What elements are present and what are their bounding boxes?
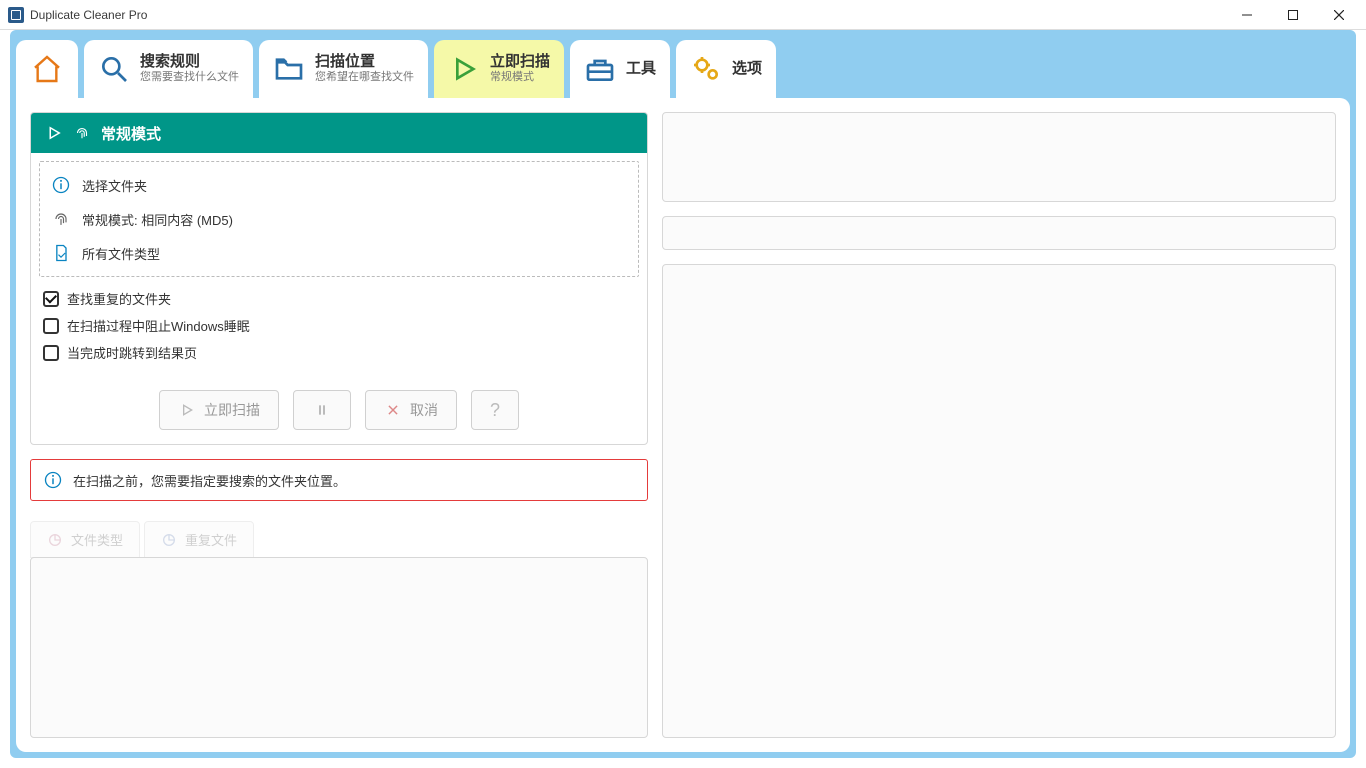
fingerprint-icon <box>73 124 91 142</box>
tab-label: 重复文件 <box>185 530 237 549</box>
check-prevent-windows-sleep[interactable]: 在扫描过程中阻止Windows睡眠 <box>39 312 639 339</box>
checkbox-icon <box>43 291 59 307</box>
info-icon <box>43 470 63 490</box>
play-icon <box>45 124 63 142</box>
tab-label: 立即扫描 常规模式 <box>490 54 550 84</box>
pause-button[interactable] <box>293 390 351 430</box>
fingerprint-icon <box>50 208 72 230</box>
tab-options[interactable]: 选项 <box>676 40 776 98</box>
piechart-icon <box>161 532 177 548</box>
summary-text: 常规模式: 相同内容 (MD5) <box>82 210 233 229</box>
tab-search-rules[interactable]: 搜索规则 您需要查找什么文件 <box>84 40 253 98</box>
mode-header: 常规模式 <box>31 113 647 153</box>
tab-file-types[interactable]: 文件类型 <box>30 521 140 558</box>
help-button[interactable]: ? <box>471 390 519 430</box>
check-find-duplicate-folders[interactable]: 查找重复的文件夹 <box>39 285 639 312</box>
right-panel-2 <box>662 216 1336 250</box>
action-buttons: 立即扫描 取消 ? <box>39 390 639 430</box>
cancel-button[interactable]: 取消 <box>365 390 457 430</box>
pause-icon <box>313 401 331 419</box>
tab-label: 工具 <box>626 61 656 78</box>
summary-mode: 常规模式: 相同内容 (MD5) <box>46 202 632 236</box>
tab-scan-location[interactable]: 扫描位置 您希望在哪查找文件 <box>259 40 428 98</box>
tab-title: 工具 <box>626 61 656 78</box>
right-column <box>662 112 1336 738</box>
tab-title: 立即扫描 <box>490 54 550 71</box>
left-column: 常规模式 选择文件夹 常规模式: 相同内容 (MD5) <box>30 112 648 738</box>
folder-icon <box>273 53 305 85</box>
mode-header-label: 常规模式 <box>101 123 161 144</box>
button-label: 取消 <box>410 400 438 420</box>
info-icon <box>50 174 72 196</box>
right-panel-3 <box>662 264 1336 738</box>
alert-specify-folder: 在扫描之前，您需要指定要搜索的文件夹位置。 <box>30 459 648 501</box>
right-panel-1 <box>662 112 1336 202</box>
tab-subtitle: 常规模式 <box>490 71 550 84</box>
app-frame: 搜索规则 您需要查找什么文件 扫描位置 您希望在哪查找文件 立即扫描 常规模式 <box>10 30 1356 758</box>
content-area: 常规模式 选择文件夹 常规模式: 相同内容 (MD5) <box>16 98 1350 752</box>
minimize-button[interactable] <box>1224 0 1270 30</box>
tab-tools[interactable]: 工具 <box>570 40 670 98</box>
mode-summary-box: 选择文件夹 常规模式: 相同内容 (MD5) 所有文件类型 <box>39 161 639 277</box>
check-jump-to-results[interactable]: 当完成时跳转到结果页 <box>39 339 639 366</box>
tab-label: 文件类型 <box>71 530 123 549</box>
tab-title: 搜索规则 <box>140 54 239 71</box>
toolbox-icon <box>584 53 616 85</box>
tab-subtitle: 您希望在哪查找文件 <box>315 71 414 84</box>
result-tabs: 文件类型 重复文件 <box>30 521 648 558</box>
gears-icon <box>690 53 722 85</box>
close-icon <box>384 401 402 419</box>
tab-duplicate-files[interactable]: 重复文件 <box>144 521 254 558</box>
button-label: 立即扫描 <box>204 400 260 420</box>
check-label: 当完成时跳转到结果页 <box>67 343 197 362</box>
close-button[interactable] <box>1316 0 1362 30</box>
file-filter-icon <box>50 242 72 264</box>
play-icon <box>178 401 196 419</box>
tab-label: 选项 <box>732 61 762 78</box>
search-icon <box>98 53 130 85</box>
tab-label: 搜索规则 您需要查找什么文件 <box>140 54 239 84</box>
checkbox-icon <box>43 345 59 361</box>
result-canvas <box>30 557 648 738</box>
tab-title: 选项 <box>732 61 762 78</box>
titlebar: Duplicate Cleaner Pro <box>0 0 1366 30</box>
summary-text: 所有文件类型 <box>82 244 160 263</box>
alert-text: 在扫描之前，您需要指定要搜索的文件夹位置。 <box>73 471 346 490</box>
check-label: 查找重复的文件夹 <box>67 289 171 308</box>
tab-label: 扫描位置 您希望在哪查找文件 <box>315 54 414 84</box>
maximize-button[interactable] <box>1270 0 1316 30</box>
app-title: Duplicate Cleaner Pro <box>30 8 147 22</box>
tab-title: 扫描位置 <box>315 54 414 71</box>
scan-now-button[interactable]: 立即扫描 <box>159 390 279 430</box>
checkbox-icon <box>43 318 59 334</box>
summary-text: 选择文件夹 <box>82 176 147 195</box>
tabstrip: 搜索规则 您需要查找什么文件 扫描位置 您希望在哪查找文件 立即扫描 常规模式 <box>10 30 1356 98</box>
mode-card: 常规模式 选择文件夹 常规模式: 相同内容 (MD5) <box>30 112 648 445</box>
play-icon <box>448 53 480 85</box>
mode-body: 选择文件夹 常规模式: 相同内容 (MD5) 所有文件类型 <box>31 153 647 444</box>
piechart-icon <box>47 532 63 548</box>
check-label: 在扫描过程中阻止Windows睡眠 <box>67 316 250 335</box>
app-icon <box>8 7 24 23</box>
home-icon <box>31 53 63 85</box>
question-icon: ? <box>490 400 500 421</box>
tab-scan-now[interactable]: 立即扫描 常规模式 <box>434 40 564 98</box>
summary-file-types: 所有文件类型 <box>46 236 632 270</box>
window-controls <box>1224 0 1362 30</box>
tab-home[interactable] <box>16 40 78 98</box>
tab-subtitle: 您需要查找什么文件 <box>140 71 239 84</box>
summary-select-folder: 选择文件夹 <box>46 168 632 202</box>
